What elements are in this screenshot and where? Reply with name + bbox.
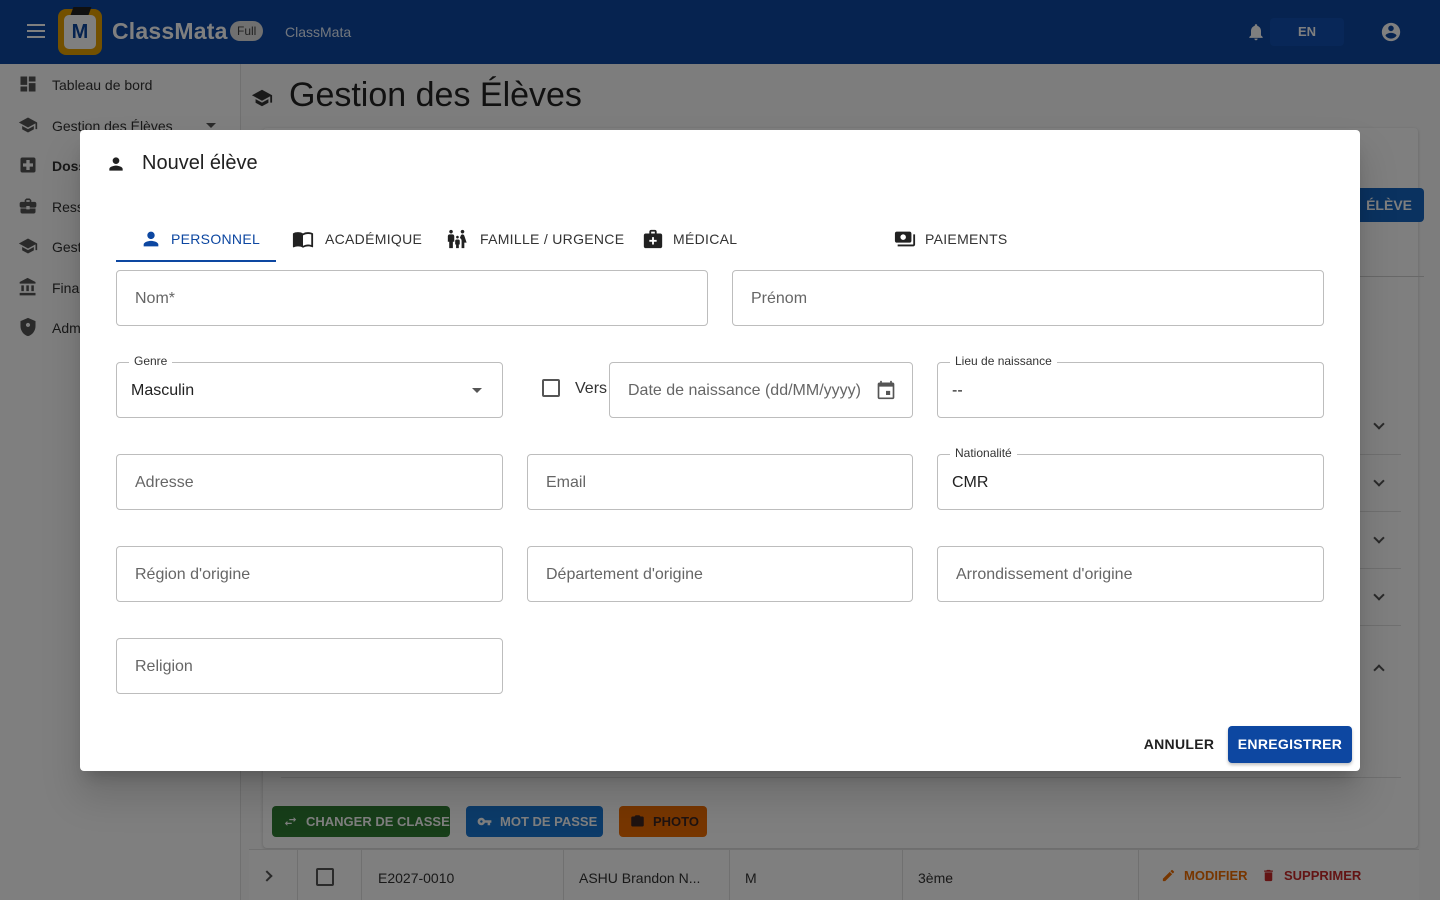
payments-icon [894,231,916,247]
nationalite-label: Nationalité [950,446,1017,460]
family-icon [447,229,467,249]
chevron-down-icon [472,388,482,393]
prenom-field[interactable]: Prénom [732,270,1324,326]
calendar-icon[interactable] [876,380,896,400]
person-icon [143,231,159,247]
nom-field[interactable]: Nom* [116,270,708,326]
date-naissance-placeholder: Date de naissance (dd/MM/yyyy) [628,382,861,399]
date-naissance-field[interactable]: Date de naissance (dd/MM/yyyy) [609,362,913,418]
tab-academique[interactable]: ACADÉMIQUE [280,216,428,262]
prenom-placeholder: Prénom [751,290,808,307]
vers-checkbox[interactable] [542,379,560,397]
lieu-naissance-value: -- [952,382,963,399]
nom-placeholder: Nom* [135,290,176,307]
arrondissement-field[interactable]: Arrondissement d'origine [937,546,1324,602]
tab-label: ACADÉMIQUE [325,231,423,247]
dialog-title: Nouvel élève [142,152,258,174]
tab-paiements[interactable]: PAIEMENTS [786,216,1007,262]
departement-field[interactable]: Département d'origine [527,546,913,602]
person-icon [109,157,123,171]
dialog-tabs: PERSONNEL ACADÉMIQUE FAMILLE / URGENCE M… [116,216,1324,262]
nationalite-field[interactable]: Nationalité CMR [937,446,1324,510]
new-student-dialog: Nouvel élève PERSONNEL ACADÉMIQUE FAMILL… [80,130,1360,771]
tab-medical[interactable]: MÉDICAL [632,216,782,262]
email-field[interactable]: Email [527,454,913,510]
region-field[interactable]: Région d'origine [116,546,503,602]
departement-placeholder: Département d'origine [546,566,703,583]
tab-label: FAMILLE / URGENCE [480,231,625,247]
religion-field[interactable]: Religion [116,638,503,694]
medical-kit-icon [643,229,663,249]
tab-personnel[interactable]: PERSONNEL [116,216,276,262]
adresse-field[interactable]: Adresse [116,454,503,510]
lieu-naissance-field[interactable]: Lieu de naissance -- [937,354,1324,418]
tab-label: PAIEMENTS [925,231,1008,247]
tab-label: PERSONNEL [171,231,261,247]
arrondissement-placeholder: Arrondissement d'origine [956,566,1133,583]
tab-label: MÉDICAL [673,231,738,247]
genre-select[interactable]: Genre Masculin [116,354,503,418]
genre-label: Genre [129,354,173,368]
book-icon [292,232,314,248]
tab-famille[interactable]: FAMILLE / URGENCE [436,216,626,262]
nationalite-value: CMR [952,474,989,491]
vers-label: Vers [575,380,608,397]
email-placeholder: Email [546,474,587,491]
region-placeholder: Région d'origine [135,566,251,583]
save-button[interactable]: ENREGISTRER [1228,726,1352,763]
lieu-naissance-label: Lieu de naissance [950,354,1057,368]
adresse-placeholder: Adresse [135,474,194,491]
genre-value: Masculin [131,382,195,399]
religion-placeholder: Religion [135,658,193,675]
cancel-button[interactable]: ANNULER [1134,726,1224,762]
